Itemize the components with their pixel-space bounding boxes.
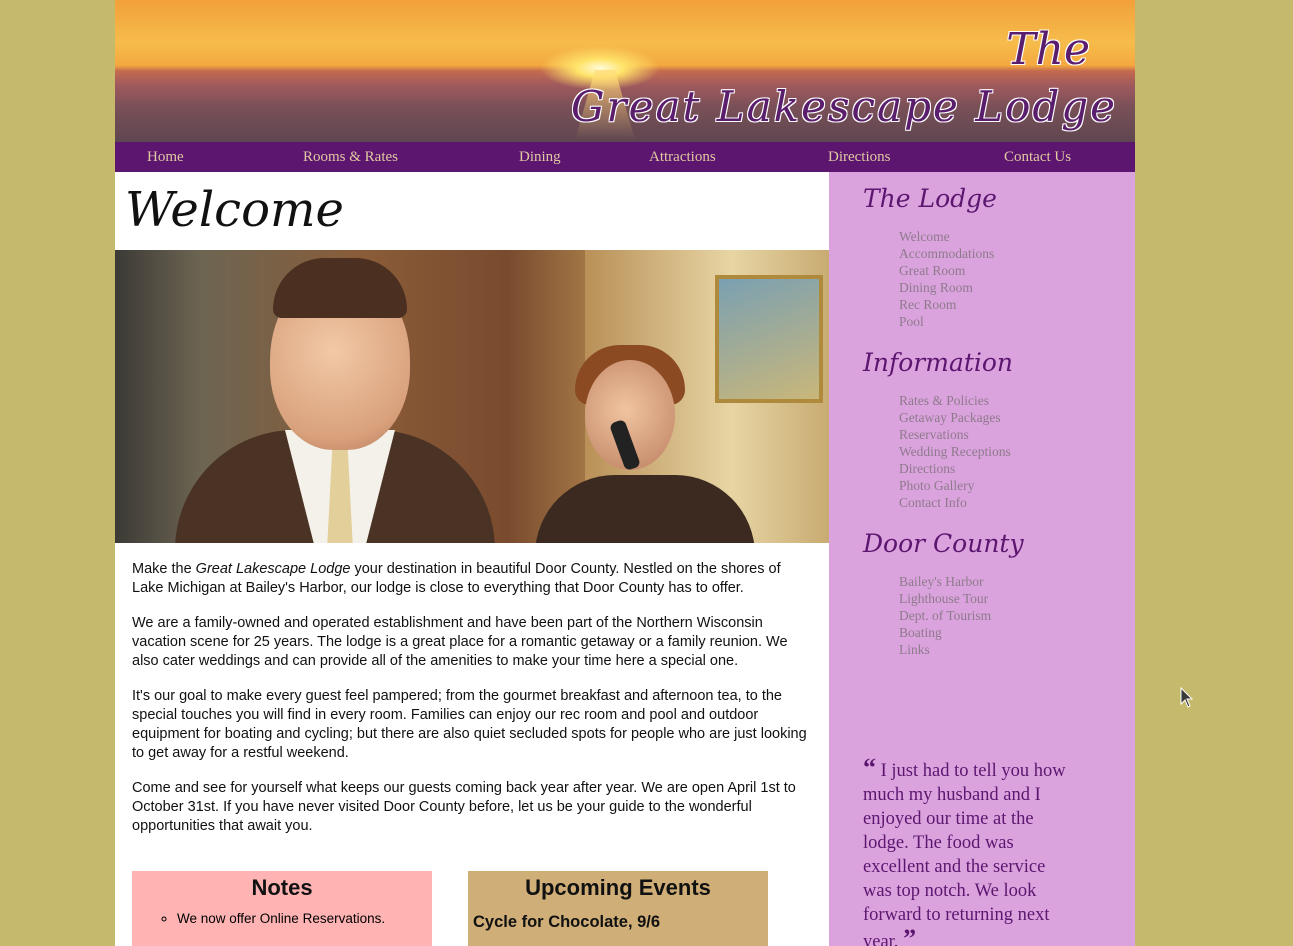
sidebar-item-baileys-harbor[interactable]: Bailey's Harbor bbox=[899, 574, 984, 589]
sidebar-list-lodge: Welcome Accommodations Great Room Dining… bbox=[899, 228, 994, 330]
sidebar-item-links[interactable]: Links bbox=[899, 642, 930, 657]
event-item: Cycle for Chocolate, 9/6 bbox=[473, 913, 661, 931]
sidebar-item-wedding-receptions[interactable]: Wedding Receptions bbox=[899, 444, 1011, 459]
nav-directions[interactable]: Directions bbox=[828, 149, 890, 166]
open-quote: “ bbox=[863, 753, 876, 782]
header-banner: The Great Lakescape Lodge bbox=[115, 0, 1135, 142]
notes-box: Notes We now offer Online Reservations. bbox=[132, 871, 432, 946]
notes-list: We now offer Online Reservations. bbox=[132, 911, 432, 926]
sidebar-list-door-county: Bailey's Harbor Lighthouse Tour Dept. of… bbox=[899, 573, 991, 658]
sidebar-item-dept-tourism[interactable]: Dept. of Tourism bbox=[899, 608, 991, 623]
photo-man-hair bbox=[273, 258, 407, 318]
sidebar: The Lodge Welcome Accommodations Great R… bbox=[829, 172, 1135, 946]
testimonial-text: I just had to tell you how much my husba… bbox=[863, 761, 1066, 946]
list-item: We now offer Online Reservations. bbox=[177, 911, 432, 926]
sidebar-item-lighthouse-tour[interactable]: Lighthouse Tour bbox=[899, 591, 988, 606]
nav-contact-us[interactable]: Contact Us bbox=[1004, 149, 1071, 166]
sidebar-heading-door-county: Door County bbox=[863, 529, 1024, 558]
paragraph: It's our goal to make every guest feel p… bbox=[132, 688, 807, 761]
close-quote: ” bbox=[903, 924, 917, 946]
lodge-name-emphasis: Great Lakescape Lodge bbox=[195, 561, 351, 577]
nav-rooms-rates[interactable]: Rooms & Rates bbox=[303, 149, 398, 166]
sidebar-item-getaway-packages[interactable]: Getaway Packages bbox=[899, 410, 1001, 425]
paragraph: We are a family-owned and operated estab… bbox=[132, 615, 788, 669]
sidebar-item-rates-policies[interactable]: Rates & Policies bbox=[899, 393, 989, 408]
photo-painting bbox=[715, 275, 823, 403]
events-title: Upcoming Events bbox=[525, 875, 711, 900]
sidebar-item-contact-info[interactable]: Contact Info bbox=[899, 495, 967, 510]
page-title: Welcome bbox=[125, 182, 344, 238]
sidebar-item-directions[interactable]: Directions bbox=[899, 461, 955, 476]
page-container: The Great Lakescape Lodge Home Rooms & R… bbox=[115, 0, 1135, 946]
sidebar-item-great-room[interactable]: Great Room bbox=[899, 263, 965, 278]
main-nav: Home Rooms & Rates Dining Attractions Di… bbox=[115, 142, 1135, 172]
sidebar-item-rec-room[interactable]: Rec Room bbox=[899, 297, 956, 312]
sidebar-item-boating[interactable]: Boating bbox=[899, 625, 942, 640]
events-box: Upcoming Events Cycle for Chocolate, 9/6 bbox=[468, 871, 768, 946]
intro-paragraph: Make the Great Lakescape Lodge your dest… bbox=[132, 560, 812, 598]
site-title: Great Lakescape Lodge bbox=[571, 82, 1117, 131]
mouse-cursor-icon bbox=[1180, 687, 1194, 708]
testimonial: “ I just had to tell you how much my hus… bbox=[863, 753, 1078, 946]
intro-text-start: Make the bbox=[132, 561, 196, 577]
sidebar-item-pool[interactable]: Pool bbox=[899, 314, 924, 329]
nav-dining[interactable]: Dining bbox=[519, 149, 561, 166]
paragraph: Come and see for yourself what keeps our… bbox=[132, 780, 796, 834]
sidebar-list-information: Rates & Policies Getaway Packages Reserv… bbox=[899, 392, 1011, 511]
staff-photo bbox=[115, 250, 829, 543]
nav-attractions[interactable]: Attractions bbox=[649, 149, 716, 166]
sidebar-item-photo-gallery[interactable]: Photo Gallery bbox=[899, 478, 974, 493]
sidebar-item-dining-room[interactable]: Dining Room bbox=[899, 280, 973, 295]
sidebar-item-welcome[interactable]: Welcome bbox=[899, 229, 950, 244]
sidebar-item-accommodations[interactable]: Accommodations bbox=[899, 246, 994, 261]
sidebar-item-reservations[interactable]: Reservations bbox=[899, 427, 969, 442]
sidebar-heading-lodge: The Lodge bbox=[863, 184, 997, 213]
main-content: Welcome Make the Great Lakescape Lodge y… bbox=[115, 172, 829, 946]
nav-home[interactable]: Home bbox=[147, 149, 184, 166]
notes-title: Notes bbox=[251, 875, 313, 900]
site-title-the: The bbox=[1006, 24, 1090, 75]
sidebar-heading-information: Information bbox=[863, 348, 1014, 377]
welcome-text: Make the Great Lakescape Lodge your dest… bbox=[132, 560, 812, 852]
